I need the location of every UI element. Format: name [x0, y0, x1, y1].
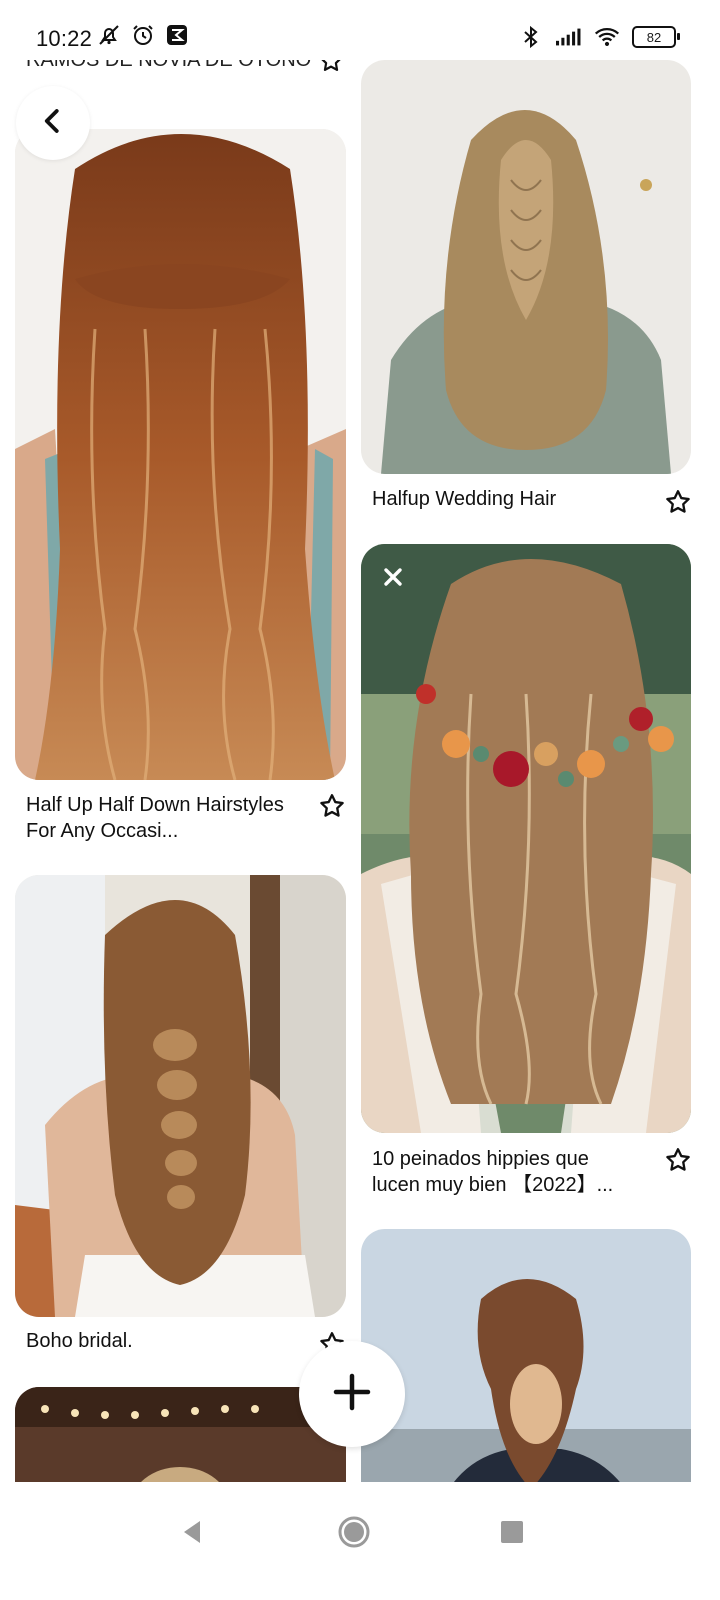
- bell-off-icon: [96, 22, 122, 48]
- nav-recents-icon[interactable]: [488, 1508, 536, 1556]
- add-button[interactable]: [299, 1341, 405, 1447]
- app-notification-icon: [164, 22, 190, 48]
- alarm-icon: [130, 22, 156, 48]
- pin-image-half-up[interactable]: [15, 129, 346, 780]
- pin-title[interactable]: Halfup Wedding Hair: [372, 486, 657, 512]
- pin-title[interactable]: Boho bridal.: [26, 1328, 311, 1354]
- pin-image-boho-bridal[interactable]: [15, 875, 346, 1317]
- star-icon[interactable]: [318, 792, 346, 820]
- signal-icon: [556, 24, 582, 50]
- system-navigation-bar: [0, 1482, 720, 1600]
- bluetooth-icon: [518, 24, 544, 50]
- pin-image-hippie-hair[interactable]: [361, 544, 691, 1133]
- wifi-icon: [594, 24, 620, 50]
- star-icon[interactable]: [664, 1146, 692, 1174]
- plus-icon: [332, 1372, 372, 1417]
- star-icon[interactable]: [664, 488, 692, 516]
- battery-icon: 82: [632, 26, 680, 48]
- nav-back-icon[interactable]: [168, 1508, 216, 1556]
- nav-home-icon[interactable]: [330, 1508, 378, 1556]
- pin-title[interactable]: 10 peinados hippies que lucen muy bien 【…: [372, 1146, 642, 1198]
- close-icon[interactable]: [382, 566, 404, 588]
- status-left-icons: [96, 22, 190, 48]
- back-button[interactable]: [16, 86, 90, 160]
- pin-image-halfup-wedding[interactable]: [361, 60, 691, 474]
- pin-title[interactable]: Half Up Half Down Hairstyles For Any Occ…: [26, 792, 311, 844]
- status-bar: 10:22 82: [0, 0, 720, 60]
- status-right-icons: 82: [518, 24, 680, 50]
- chevron-left-icon: [38, 106, 68, 141]
- status-time: 10:22: [36, 26, 93, 51]
